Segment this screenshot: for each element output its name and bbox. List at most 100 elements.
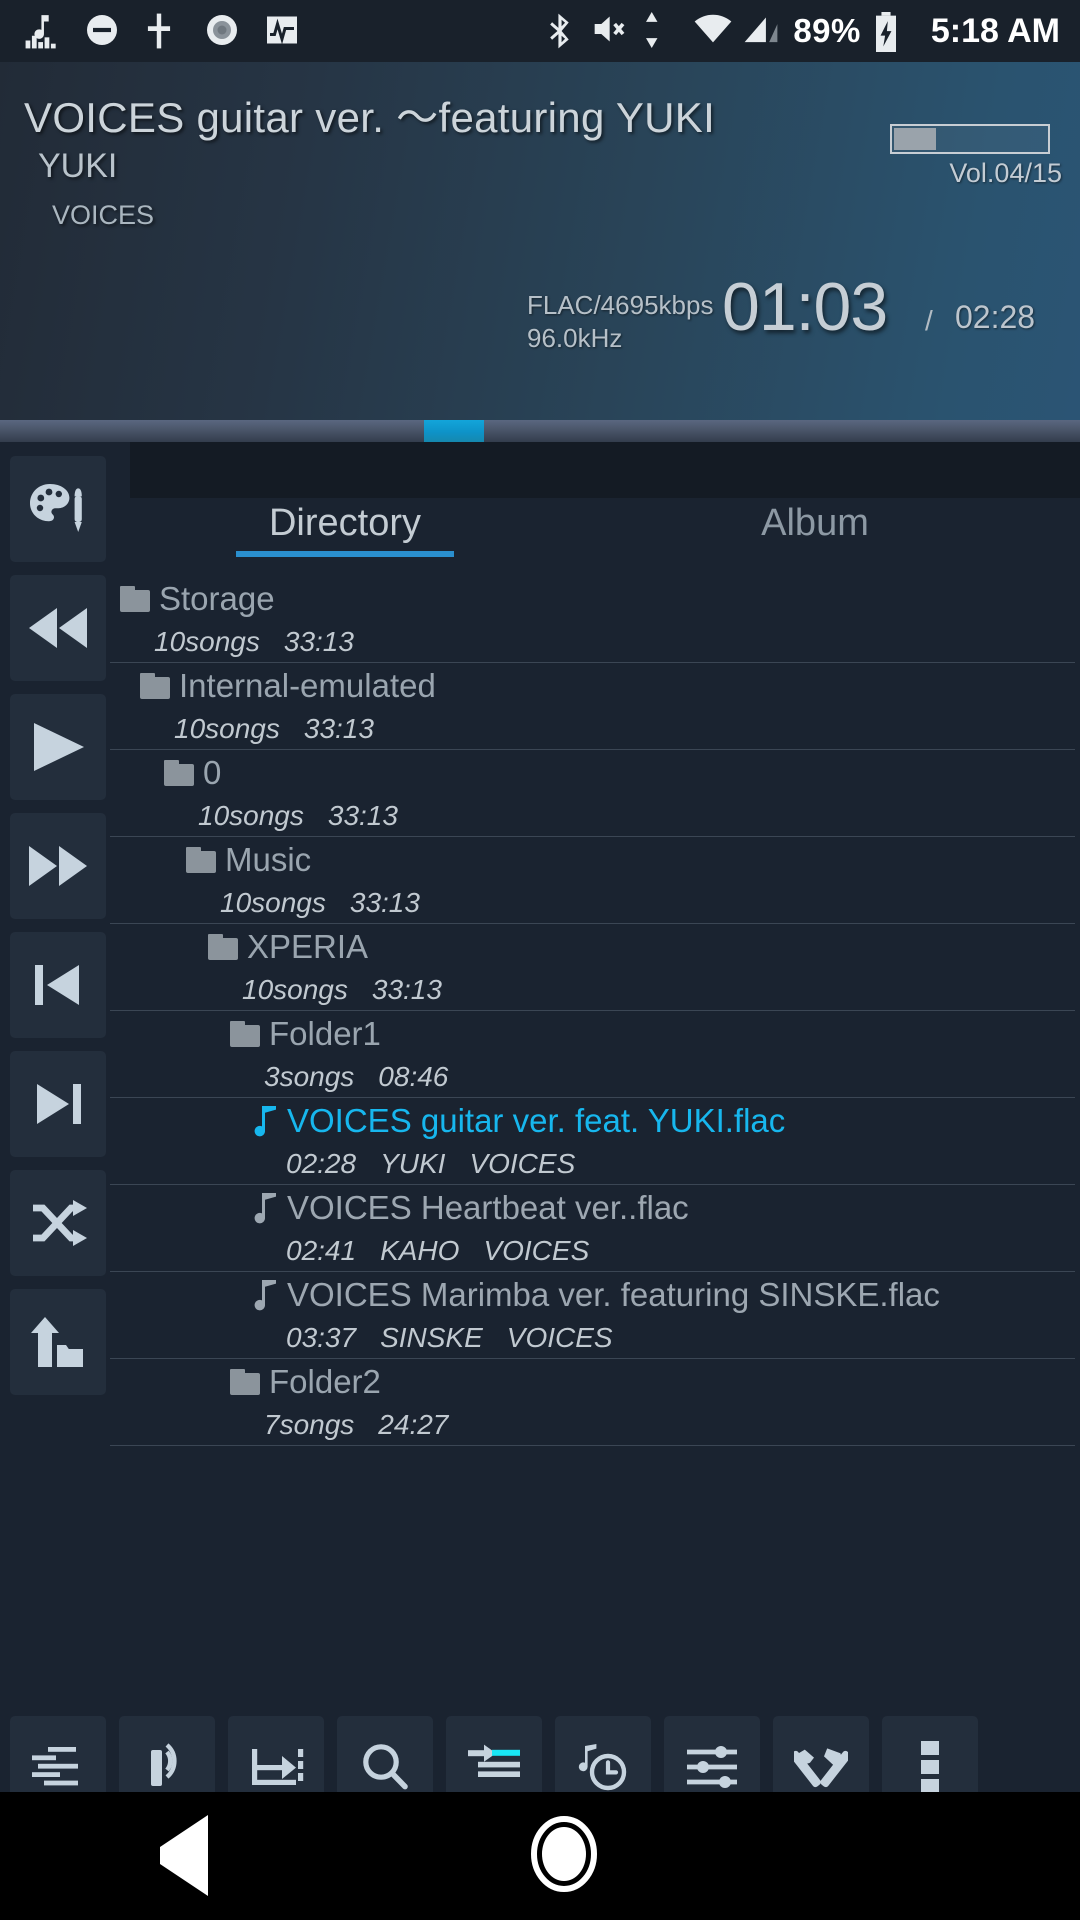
battery-charging-icon — [873, 12, 911, 52]
list-item-meta-row: 7songs 24:27 — [110, 1404, 1080, 1445]
total-time-label: 02:28 — [955, 299, 1036, 335]
fast-forward-button[interactable] — [10, 813, 106, 919]
list-item-name: VOICES Heartbeat ver..flac — [287, 1188, 689, 1226]
list-item-title-row: 0 — [110, 750, 1080, 795]
list-item-title-row: VOICES guitar ver. feat. YUKI.flac — [110, 1098, 1080, 1143]
codec-samplerate-label: 96.0kHz — [527, 322, 623, 353]
player-control-rail — [0, 456, 110, 1408]
volume-mute-icon — [593, 12, 631, 50]
next-track-button[interactable] — [10, 1051, 106, 1157]
hammer-wrench-icon — [790, 1742, 851, 1797]
volume-bar[interactable] — [890, 124, 1050, 154]
volume-indicator[interactable]: Vol.04/15 — [890, 124, 1062, 189]
ab-repeat-icon — [248, 1743, 304, 1796]
previous-track-button[interactable] — [10, 932, 106, 1038]
now-playing-title: VOICES guitar ver. 〜featuring YUKI — [24, 94, 716, 141]
list-item-name: VOICES guitar ver. feat. YUKI.flac — [287, 1101, 786, 1139]
folder-icon — [164, 759, 194, 786]
waveform-icon — [264, 12, 302, 50]
volume-label: Vol.04/15 — [949, 158, 1062, 188]
list-item[interactable]: Storage 10songs 33:13 — [110, 576, 1080, 662]
list-item[interactable]: 0 10songs 33:13 — [110, 750, 1080, 836]
list-item-song-count: 10songs — [174, 712, 280, 744]
list-item[interactable]: Folder1 3songs 08:46 — [110, 1011, 1080, 1097]
fast-forward-icon — [27, 844, 89, 888]
folder-icon — [230, 1368, 260, 1395]
now-playing-header[interactable]: VOICES guitar ver. 〜featuring YUKI YUKI … — [0, 62, 1080, 420]
status-bar-right-icons: 89% 5:18 AM — [543, 11, 1080, 52]
seek-bar-handle[interactable] — [424, 420, 484, 442]
data-transfer-icon — [643, 12, 681, 50]
palette-icon — [28, 482, 88, 536]
list-item[interactable]: VOICES Marimba ver. featuring SINSKE.fla… — [110, 1272, 1080, 1358]
list-item-duration: 33:13 — [349, 886, 420, 918]
triangle-back-icon — [160, 1815, 209, 1896]
music-equalizer-icon — [24, 12, 62, 50]
list-item-album: VOICES — [506, 1321, 613, 1353]
android-home-button[interactable] — [529, 1815, 599, 1898]
list-item-name: Music — [225, 840, 312, 878]
list-item-name: 0 — [203, 753, 222, 791]
list-item-album: VOICES — [483, 1234, 590, 1266]
shuffle-icon — [29, 1200, 87, 1246]
list-item-duration: 03:37 — [286, 1321, 357, 1353]
folder-icon — [186, 846, 216, 873]
sliders-icon — [685, 1744, 739, 1795]
music-note-icon — [252, 1104, 278, 1138]
search-icon — [360, 1742, 410, 1797]
music-note-icon — [252, 1191, 278, 1225]
list-item-album: VOICES — [469, 1147, 576, 1179]
tab-album[interactable]: Album — [580, 498, 1050, 545]
list-item-name: XPERIA — [247, 927, 369, 965]
app-root: 89% 5:18 AM VOICES guitar ver. 〜featurin… — [0, 0, 1080, 1920]
shuffle-button[interactable] — [10, 1170, 106, 1276]
list-item[interactable]: Internal-emulated 10songs 33:13 — [110, 663, 1080, 749]
record-circle-icon — [204, 12, 242, 50]
list-item-duration: 33:13 — [283, 625, 354, 657]
list-item[interactable]: VOICES guitar ver. feat. YUKI.flac 02:28… — [110, 1098, 1080, 1184]
list-item[interactable]: Folder2 7songs 24:27 — [110, 1359, 1080, 1445]
play-icon — [30, 721, 86, 773]
android-back-button[interactable] — [160, 1815, 209, 1896]
tab-panel-background — [130, 442, 1080, 498]
more-vertical-icon — [921, 1740, 939, 1798]
seek-bar[interactable] — [0, 420, 1080, 442]
tab-directory[interactable]: Directory — [110, 498, 580, 545]
folder-icon — [140, 672, 170, 699]
folder-icon — [120, 585, 150, 612]
parent-folder-button[interactable] — [10, 1289, 106, 1395]
circle-home-icon — [529, 1815, 599, 1897]
list-item-meta-row: 03:37 SINSKE VOICES — [110, 1317, 1080, 1358]
list-item-meta-row: 3songs 08:46 — [110, 1056, 1080, 1097]
list-item-song-count: 10songs — [242, 973, 348, 1005]
jump-to-list-icon — [466, 1743, 522, 1796]
skip-next-icon — [33, 1082, 83, 1126]
theme-palette-button[interactable] — [10, 456, 106, 562]
status-bar-left-icons — [0, 12, 302, 50]
list-item-title-row: Music — [110, 837, 1080, 882]
play-button[interactable] — [10, 694, 106, 800]
list-item-duration: 33:13 — [371, 973, 442, 1005]
folder-icon — [208, 933, 238, 960]
list-item-name: Folder1 — [269, 1014, 381, 1052]
up-folder-icon — [31, 1315, 85, 1369]
status-bar-clock: 5:18 AM — [930, 11, 1060, 50]
codec-bitrate-label: FLAC/4695kbps — [527, 290, 714, 320]
list-item-artist: SINSKE — [380, 1321, 483, 1353]
list-item[interactable]: VOICES Heartbeat ver..flac 02:41 KAHO VO… — [110, 1185, 1080, 1271]
list-item-name: Folder2 — [269, 1362, 381, 1400]
equalizer-icon — [30, 1743, 86, 1796]
list-item[interactable]: Music 10songs 33:13 — [110, 837, 1080, 923]
list-item-meta-row: 10songs 33:13 — [110, 708, 1080, 749]
list-item[interactable]: XPERIA 10songs 33:13 — [110, 924, 1080, 1010]
note-clock-icon — [577, 1742, 629, 1797]
list-item-song-count: 10songs — [220, 886, 326, 918]
list-item-duration: 02:28 — [286, 1147, 357, 1179]
list-item-duration: 02:41 — [286, 1234, 357, 1266]
rewind-button[interactable] — [10, 575, 106, 681]
battery-percent-label: 89% — [793, 12, 861, 49]
skip-previous-icon — [33, 963, 83, 1007]
bluetooth-icon — [543, 12, 581, 50]
elapsed-time-label: 01:03 — [722, 269, 888, 345]
list-item-name: VOICES Marimba ver. featuring SINSKE.fla… — [287, 1275, 940, 1313]
